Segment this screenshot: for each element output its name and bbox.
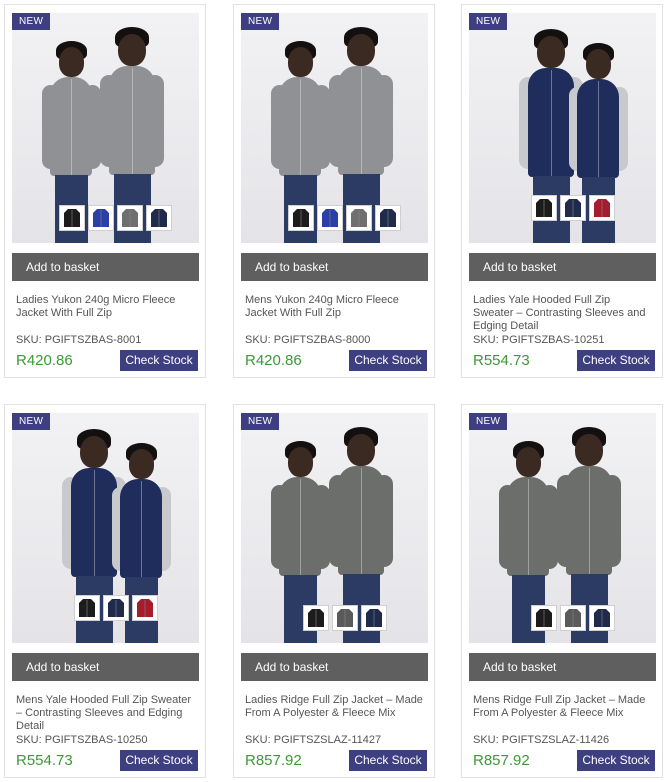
color-swatches [59,205,172,231]
check-stock-button[interactable]: Check Stock [577,750,655,771]
new-badge: NEW [241,413,280,430]
product-sku: SKU: PGIFTSZBAS-8001 [16,334,142,346]
product-sku: SKU: PGIFTSZBAS-10251 [473,334,605,346]
color-swatch[interactable] [288,205,314,231]
product-title[interactable]: Mens Ridge Full Zip Jacket – Made From A… [473,694,651,720]
add-to-basket-button[interactable]: Add to basket [241,653,428,681]
product-image[interactable]: NEW [241,413,428,643]
color-swatch[interactable] [332,605,358,631]
new-badge: NEW [469,13,508,30]
product-title[interactable]: Ladies Ridge Full Zip Jacket – Made From… [245,694,423,720]
add-to-basket-button[interactable]: Add to basket [469,653,656,681]
color-swatch[interactable] [346,205,372,231]
color-swatch[interactable] [132,595,158,621]
add-to-basket-button[interactable]: Add to basket [241,253,428,281]
product-price: R420.86 [16,352,73,369]
check-stock-button[interactable]: Check Stock [120,750,198,771]
product-title[interactable]: Mens Yale Hooded Full Zip Sweater – Cont… [16,694,194,733]
product-price: R554.73 [16,752,73,769]
add-to-basket-button[interactable]: Add to basket [12,253,199,281]
color-swatches [531,195,615,221]
product-price: R554.73 [473,352,530,369]
product-card[interactable]: NEW Add to basket Mens Ridge Full Zip Jack… [461,404,663,778]
color-swatch[interactable] [74,595,100,621]
color-swatch[interactable] [117,205,143,231]
product-image[interactable]: NEW [12,13,199,243]
product-image[interactable]: NEW [241,13,428,243]
color-swatch[interactable] [531,605,557,631]
product-card[interactable]: NEW Add to basket Ladies Ridge Full Zip Ja… [233,404,435,778]
product-image[interactable]: NEW [469,413,656,643]
new-badge: NEW [12,13,51,30]
product-price: R857.92 [473,752,530,769]
product-image[interactable]: NEW [12,413,199,643]
color-swatch[interactable] [317,205,343,231]
product-sku: SKU: PGIFTSZBAS-8000 [245,334,371,346]
color-swatch[interactable] [531,195,557,221]
color-swatch[interactable] [88,205,114,231]
product-title[interactable]: Ladies Yale Hooded Full Zip Sweater – Co… [473,294,651,333]
color-swatch[interactable] [146,205,172,231]
product-title[interactable]: Ladies Yukon 240g Micro Fleece Jacket Wi… [16,294,194,320]
product-image[interactable]: NEW [469,13,656,243]
product-title[interactable]: Mens Yukon 240g Micro Fleece Jacket With… [245,294,423,320]
new-badge: NEW [12,413,51,430]
product-sku: SKU: PGIFTSZSLAZ-11427 [245,734,382,746]
color-swatch[interactable] [361,605,387,631]
color-swatch[interactable] [560,195,586,221]
color-swatch[interactable] [59,205,85,231]
product-sku: SKU: PGIFTSZBAS-10250 [16,734,148,746]
product-card[interactable]: NEW Add to basket Ladies Yukon 240g Micro … [4,4,206,378]
color-swatch[interactable] [303,605,329,631]
product-price: R420.86 [245,352,302,369]
product-sku: SKU: PGIFTSZSLAZ-11426 [473,734,610,746]
color-swatch[interactable] [589,195,615,221]
product-card[interactable]: NEW Add to basket Ladies Yale Hooded Full … [461,4,663,378]
color-swatch[interactable] [560,605,586,631]
color-swatch[interactable] [589,605,615,631]
new-badge: NEW [241,13,280,30]
new-badge: NEW [469,413,508,430]
color-swatch[interactable] [103,595,129,621]
check-stock-button[interactable]: Check Stock [349,750,427,771]
add-to-basket-button[interactable]: Add to basket [12,653,199,681]
add-to-basket-button[interactable]: Add to basket [469,253,656,281]
check-stock-button[interactable]: Check Stock [120,350,198,371]
color-swatch[interactable] [375,205,401,231]
product-card[interactable]: NEW Add to basket Mens Yukon 240g Micro Fl… [233,4,435,378]
check-stock-button[interactable]: Check Stock [577,350,655,371]
check-stock-button[interactable]: Check Stock [349,350,427,371]
color-swatches [531,605,615,631]
product-price: R857.92 [245,752,302,769]
color-swatches [288,205,401,231]
color-swatches [74,595,158,621]
color-swatches [303,605,387,631]
product-card[interactable]: NEW Add to basket Mens Yale Hooded Full Zi… [4,404,206,778]
